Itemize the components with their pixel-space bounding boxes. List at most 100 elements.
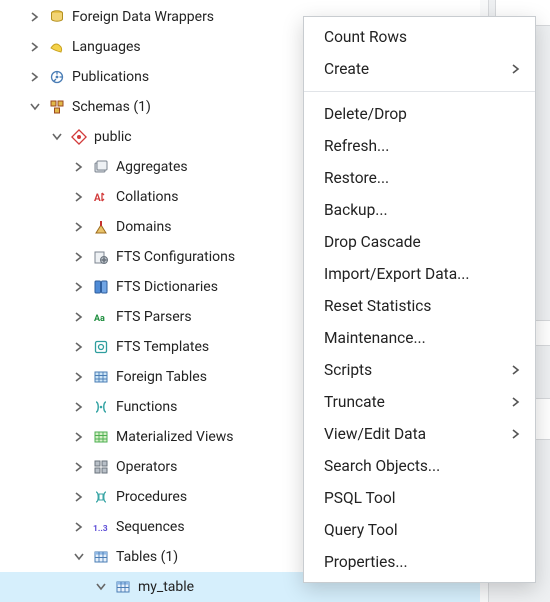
- tree-item-label: Functions: [116, 399, 177, 415]
- pub-icon: [48, 68, 66, 86]
- menu-restore[interactable]: Restore...: [304, 162, 535, 194]
- chevron-right-icon[interactable]: [72, 220, 86, 234]
- chevron-right-icon[interactable]: [72, 490, 86, 504]
- menu-refresh[interactable]: Refresh...: [304, 130, 535, 162]
- menu-item-label: Restore...: [324, 169, 389, 187]
- menu-query-tool[interactable]: Query Tool: [304, 514, 535, 546]
- coll-icon: A: [92, 188, 110, 206]
- chevron-right-icon: [511, 425, 521, 443]
- tree-item-label: Procedures: [116, 489, 187, 505]
- menu-item-label: Scripts: [324, 361, 372, 379]
- chevron-right-icon[interactable]: [72, 340, 86, 354]
- chevron-right-icon[interactable]: [28, 10, 42, 24]
- ftsdict-icon: [92, 278, 110, 296]
- dom-icon: [92, 218, 110, 236]
- tree-item-label: Operators: [116, 459, 177, 475]
- fdw-icon: [48, 8, 66, 26]
- menu-item-label: View/Edit Data: [324, 425, 426, 443]
- chevron-right-icon: [511, 361, 521, 379]
- lang-icon: [48, 38, 66, 56]
- menu-truncate[interactable]: Truncate: [304, 386, 535, 418]
- chevron-right-icon[interactable]: [72, 280, 86, 294]
- tree-item-label: public: [94, 129, 132, 145]
- schema2-icon: [70, 128, 88, 146]
- tree-item-label: my_table: [138, 579, 194, 595]
- menu-drop-cascade[interactable]: Drop Cascade: [304, 226, 535, 258]
- menu-maintenance[interactable]: Maintenance...: [304, 322, 535, 354]
- tree-item-label: Aggregates: [116, 159, 188, 175]
- menu-create[interactable]: Create: [304, 53, 535, 85]
- chevron-right-icon[interactable]: [72, 160, 86, 174]
- menu-scripts[interactable]: Scripts: [304, 354, 535, 386]
- chevron-right-icon[interactable]: [72, 400, 86, 414]
- tree-item-label: FTS Parsers: [116, 309, 192, 325]
- chevron-right-icon[interactable]: [28, 70, 42, 84]
- tree-item-label: Tables (1): [116, 549, 178, 565]
- menu-backup[interactable]: Backup...: [304, 194, 535, 226]
- schema-icon: [48, 98, 66, 116]
- menu-item-label: Create: [324, 60, 369, 78]
- tree-item-label: Sequences: [116, 519, 185, 535]
- chevron-right-icon[interactable]: [72, 520, 86, 534]
- tree-item-label: Domains: [116, 219, 171, 235]
- table-icon: [114, 578, 132, 596]
- tree-item-label: FTS Configurations: [116, 249, 235, 265]
- menu-item-label: Reset Statistics: [324, 297, 431, 315]
- table-icon: [92, 548, 110, 566]
- tree-item-label: FTS Templates: [116, 339, 209, 355]
- tree-item-label: Schemas (1): [72, 99, 151, 115]
- menu-item-label: Query Tool: [324, 521, 398, 539]
- chevron-right-icon[interactable]: [72, 370, 86, 384]
- menu-item-label: Truncate: [324, 393, 385, 411]
- chevron-down-icon[interactable]: [50, 130, 64, 144]
- chevron-right-icon: [511, 60, 521, 78]
- menu-item-label: Drop Cascade: [324, 233, 421, 251]
- menu-delete-drop[interactable]: Delete/Drop: [304, 98, 535, 130]
- chevron-right-icon[interactable]: [72, 430, 86, 444]
- menu-psql-tool[interactable]: PSQL Tool: [304, 482, 535, 514]
- tree-item-label: Foreign Tables: [116, 369, 207, 385]
- tree-item-label: Collations: [116, 189, 178, 205]
- context-menu[interactable]: Count Rows Create Delete/Drop Refresh... Res…: [303, 16, 536, 583]
- menu-reset-stats[interactable]: Reset Statistics: [304, 290, 535, 322]
- seq-icon: 1..3: [92, 518, 110, 536]
- tree-item-label: FTS Dictionaries: [116, 279, 218, 295]
- chevron-right-icon[interactable]: [72, 190, 86, 204]
- chevron-down-icon[interactable]: [28, 100, 42, 114]
- ftscfg-icon: [92, 248, 110, 266]
- chevron-down-icon[interactable]: [94, 580, 108, 594]
- tree-item-label: Foreign Data Wrappers: [72, 9, 214, 25]
- chevron-right-icon[interactable]: [28, 40, 42, 54]
- menu-item-label: PSQL Tool: [324, 489, 395, 507]
- agg-icon: [92, 158, 110, 176]
- ftstpl-icon: [92, 338, 110, 356]
- menu-item-label: Delete/Drop: [324, 105, 407, 123]
- menu-separator: [304, 91, 535, 92]
- menu-item-label: Import/Export Data...: [324, 265, 469, 283]
- menu-properties[interactable]: Properties...: [304, 546, 535, 578]
- menu-item-label: Backup...: [324, 201, 388, 219]
- menu-search-objects[interactable]: Search Objects...: [304, 450, 535, 482]
- func-icon: [92, 398, 110, 416]
- oper-icon: [92, 458, 110, 476]
- menu-item-label: Refresh...: [324, 137, 389, 155]
- svg-text:Aa: Aa: [94, 314, 105, 324]
- svg-text:1..3: 1..3: [93, 524, 108, 534]
- menu-item-label: Properties...: [324, 553, 408, 571]
- ftspar-icon: Aa: [92, 308, 110, 326]
- menu-item-label: Maintenance...: [324, 329, 426, 347]
- chevron-right-icon[interactable]: [72, 250, 86, 264]
- chevron-down-icon[interactable]: [72, 550, 86, 564]
- menu-view-edit-data[interactable]: View/Edit Data: [304, 418, 535, 450]
- chevron-right-icon[interactable]: [72, 460, 86, 474]
- menu-import-export[interactable]: Import/Export Data...: [304, 258, 535, 290]
- proc-icon: [92, 488, 110, 506]
- chevron-right-icon[interactable]: [72, 310, 86, 324]
- tree-item-label: Materialized Views: [116, 429, 234, 445]
- menu-count-rows[interactable]: Count Rows: [304, 21, 535, 53]
- ftable-icon: [92, 368, 110, 386]
- svg-text:A: A: [94, 193, 101, 204]
- menu-item-label: Count Rows: [324, 28, 407, 46]
- chevron-right-icon: [511, 393, 521, 411]
- tree-item-label: Languages: [72, 39, 141, 55]
